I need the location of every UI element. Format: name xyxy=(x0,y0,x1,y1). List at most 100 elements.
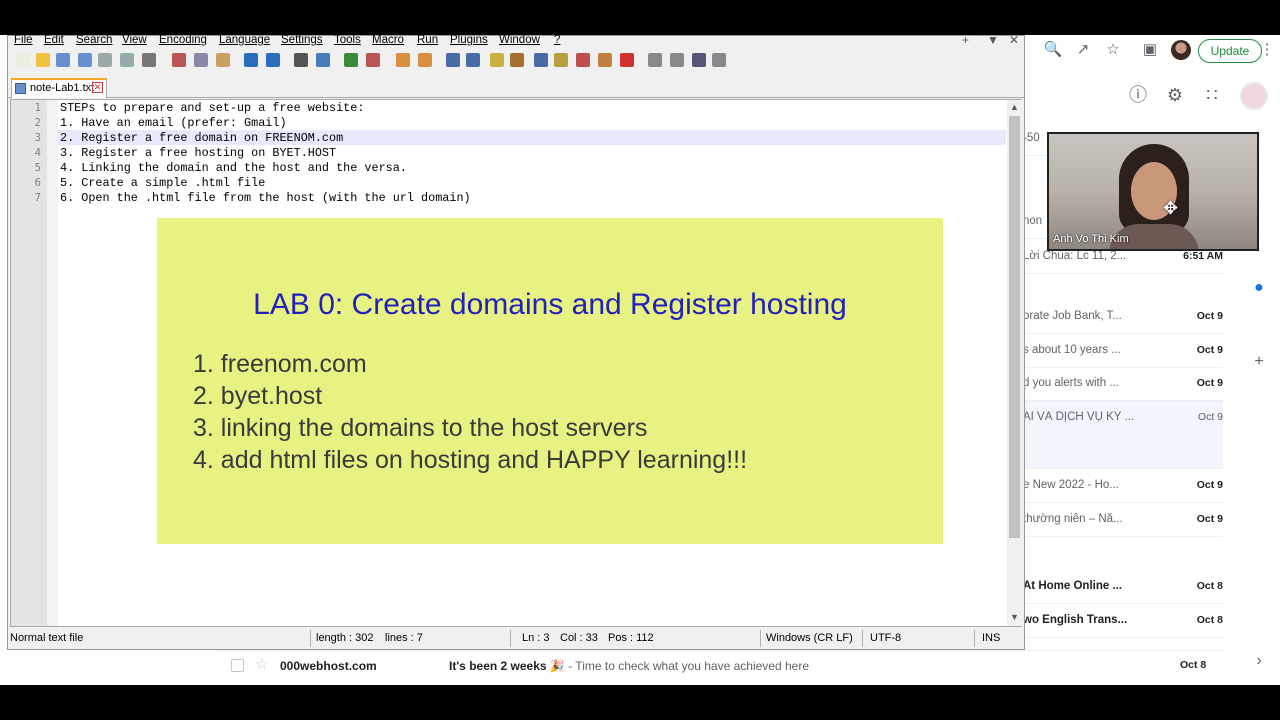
run-macro-multiple-icon[interactable] xyxy=(692,53,706,67)
zoom-out-icon[interactable] xyxy=(366,53,380,67)
menu-item-run[interactable]: Run xyxy=(417,35,438,46)
close-icon[interactable]: ✕ xyxy=(1009,35,1019,47)
menu-item-edit[interactable]: Edit xyxy=(44,35,64,46)
mail-row[interactable]: AI VÀ DỊCH VỤ KỸ ... Oct 9 xyxy=(1023,401,1223,469)
account-avatar[interactable] xyxy=(1240,82,1268,110)
mail-row[interactable]: At Home Online ... Oct 8 xyxy=(1023,570,1223,604)
open-file-icon[interactable] xyxy=(36,53,50,67)
star-icon[interactable]: ☆ xyxy=(1103,40,1123,60)
scroll-thumb[interactable] xyxy=(1009,116,1020,538)
tab-note-lab1[interactable]: note-Lab1.txt ✕ xyxy=(11,78,107,98)
replace-icon[interactable] xyxy=(316,53,330,67)
monitoring-icon[interactable] xyxy=(598,53,612,67)
menu-item-plugins[interactable]: Plugins xyxy=(450,35,488,46)
mail-row[interactable]: s about 10 years ... Oct 9 xyxy=(1023,334,1223,368)
copy-icon[interactable] xyxy=(194,53,208,67)
mail-subject: orate Job Bank, T... xyxy=(1023,310,1122,322)
zoom-in-icon[interactable] xyxy=(344,53,358,67)
mail-row[interactable]: thường niên – Nă... Oct 9 xyxy=(1023,503,1223,537)
editor-area[interactable]: 1 2 3 4 5 6 7 STEPs to prepare and set-up a fr… xyxy=(10,99,1022,627)
scroll-up-arrow-icon[interactable]: ▲ xyxy=(1010,102,1019,112)
cut-icon[interactable] xyxy=(172,53,186,67)
menu-item-file[interactable]: File xyxy=(14,35,33,46)
star-icon[interactable]: ☆ xyxy=(255,655,268,673)
save-macro-icon[interactable] xyxy=(712,53,726,67)
menu-item-settings[interactable]: Settings xyxy=(281,35,323,46)
scroll-down-arrow-icon[interactable]: ▼ xyxy=(1010,612,1019,622)
status-ln: Ln : 3 xyxy=(522,632,550,644)
update-button[interactable]: Update xyxy=(1198,39,1262,63)
code-line[interactable]: 1. Have an email (prefer: Gmail) xyxy=(60,116,287,130)
mail-row[interactable]: orate Job Bank, T... Oct 9 xyxy=(1023,300,1223,334)
status-separator xyxy=(862,630,863,647)
menu-item-tools[interactable]: Tools xyxy=(334,35,361,46)
add-addon-icon[interactable]: + xyxy=(1250,353,1268,371)
close-all-icon[interactable] xyxy=(120,53,134,67)
new-window-icon[interactable]: + xyxy=(962,35,969,47)
contacts-icon[interactable]: ● xyxy=(1250,279,1268,297)
close-icon[interactable] xyxy=(98,53,112,67)
print-icon[interactable] xyxy=(142,53,156,67)
udl-icon[interactable] xyxy=(510,53,524,67)
menu-item-encoding[interactable]: Encoding xyxy=(159,35,207,46)
help-icon[interactable]: ⓘ xyxy=(1127,84,1149,106)
mail-row[interactable]: d you alerts with ... Oct 9 xyxy=(1023,367,1223,401)
function-list-icon[interactable] xyxy=(554,53,568,67)
doc-map-icon[interactable] xyxy=(534,53,548,67)
dropdown-icon[interactable]: ▼ xyxy=(987,35,999,47)
redo-icon[interactable] xyxy=(266,53,280,67)
code-line[interactable]: STEPs to prepare and set-up a free websi… xyxy=(60,101,364,115)
code-line[interactable]: 4. Linking the domain and the host and t… xyxy=(60,161,407,175)
mail-subject: At Home Online ... xyxy=(1023,580,1123,592)
share-icon[interactable]: ↗ xyxy=(1073,40,1093,60)
line-number: 5 xyxy=(34,162,41,174)
menu-item-language[interactable]: Language xyxy=(219,35,270,46)
expand-panel-icon[interactable]: › xyxy=(1250,652,1268,670)
undo-icon[interactable] xyxy=(244,53,258,67)
side-panel-icon[interactable]: ▣ xyxy=(1140,40,1160,60)
status-separator xyxy=(974,630,975,647)
mail-snippet: - Time to check what you have achieved h… xyxy=(564,659,809,673)
play-macro-icon[interactable] xyxy=(670,53,684,67)
code-line[interactable]: 5. Create a simple .html file xyxy=(60,176,265,190)
menu-item-window[interactable]: Window xyxy=(499,35,540,46)
mail-row[interactable]: wo English Trans... Oct 8 xyxy=(1023,604,1223,638)
more-vert-icon[interactable]: ⋮ xyxy=(1257,40,1277,60)
stop-record-icon[interactable] xyxy=(648,53,662,67)
vertical-scrollbar[interactable]: ▲ ▼ xyxy=(1007,100,1022,626)
code-line[interactable]: 6. Open the .html file from the host (wi… xyxy=(60,191,471,205)
mail-subject: d you alerts with ... xyxy=(1023,377,1119,389)
menu-item-search[interactable]: Search xyxy=(76,35,112,46)
slide-item: 3. linking the domains to the host serve… xyxy=(193,414,648,442)
new-file-icon[interactable] xyxy=(16,53,30,67)
menu-item-macro[interactable]: Macro xyxy=(372,35,404,46)
folder-workspace-icon[interactable] xyxy=(576,53,590,67)
settings-gear-icon[interactable]: ⚙ xyxy=(1164,84,1186,106)
paste-icon[interactable] xyxy=(216,53,230,67)
profile-avatar[interactable] xyxy=(1171,40,1191,60)
mail-row[interactable]: e New 2022 - Ho... Oct 9 xyxy=(1023,469,1223,503)
save-all-icon[interactable] xyxy=(78,53,92,67)
menu-item-help[interactable]: ? xyxy=(554,35,560,46)
video-participant-tile[interactable]: Anh Vo Thi Kim ✥ xyxy=(1047,132,1259,251)
find-icon[interactable] xyxy=(294,53,308,67)
save-icon[interactable] xyxy=(56,53,70,67)
record-macro-icon[interactable] xyxy=(620,53,634,67)
indent-guide-icon[interactable] xyxy=(490,53,504,67)
apps-grid-icon[interactable]: ∷ xyxy=(1201,84,1223,106)
code-line[interactable]: 2. Register a free domain on FREENOM.com xyxy=(60,131,343,145)
menu-item-view[interactable]: View xyxy=(122,35,147,46)
status-separator xyxy=(760,630,761,647)
mail-row-bottom[interactable]: ☆ 000webhost.com It's been 2 weeks 🎉 - T… xyxy=(215,650,1225,680)
row-checkbox[interactable] xyxy=(231,659,244,672)
status-separator xyxy=(310,630,311,647)
word-wrap-icon[interactable] xyxy=(446,53,460,67)
show-all-chars-icon[interactable] xyxy=(466,53,480,67)
sync-h-icon[interactable] xyxy=(418,53,432,67)
tab-close-icon[interactable]: ✕ xyxy=(92,82,103,93)
search-icon[interactable]: 🔍 xyxy=(1043,40,1063,60)
mail-date: Oct 9 xyxy=(1196,513,1223,525)
sync-v-icon[interactable] xyxy=(396,53,410,67)
line-number: 1 xyxy=(34,102,41,114)
code-line[interactable]: 3. Register a free hosting on BYET.HOST xyxy=(60,146,336,160)
